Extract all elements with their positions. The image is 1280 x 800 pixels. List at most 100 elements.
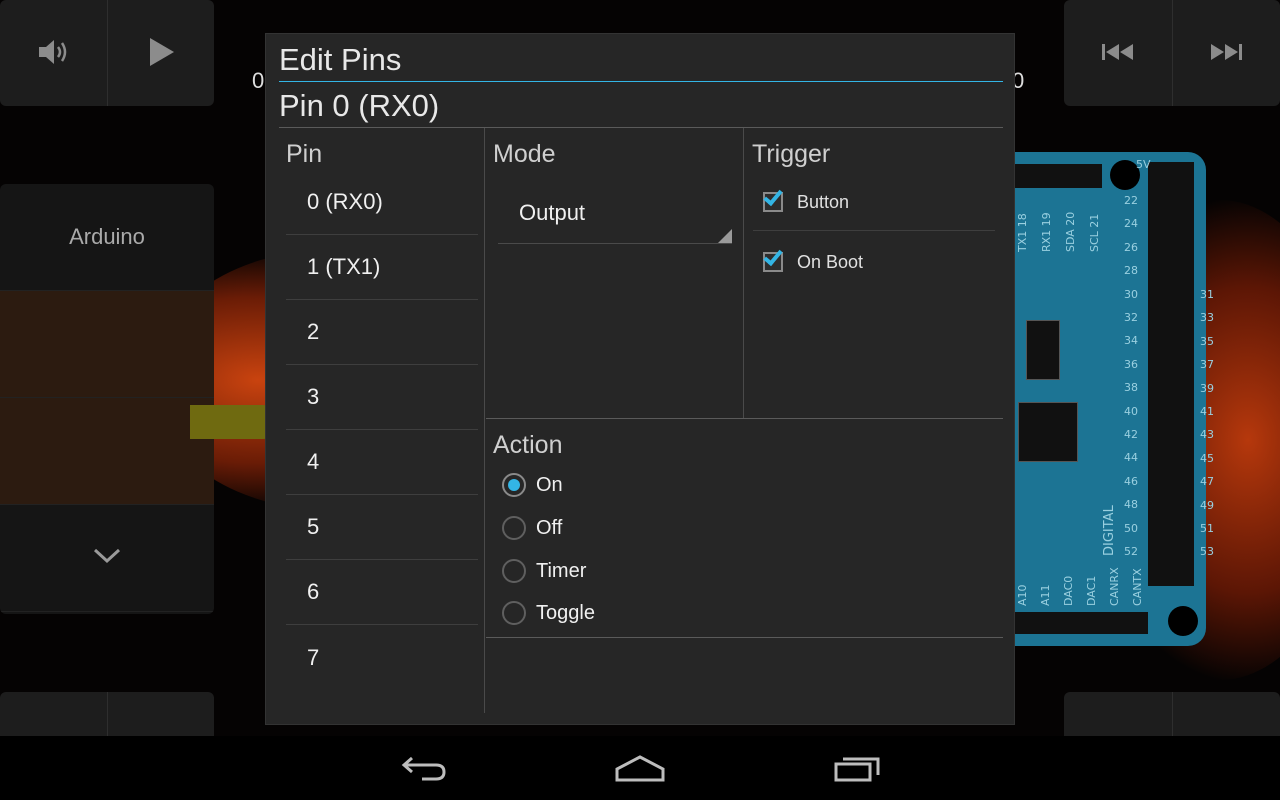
- pin-list-item[interactable]: 5: [286, 495, 478, 560]
- pin-number-label: 42: [1124, 428, 1138, 441]
- pin-number-label: 28: [1124, 264, 1138, 278]
- mode-dropdown[interactable]: Output: [498, 186, 732, 244]
- pin-header: [1148, 162, 1194, 586]
- sidebar-expand[interactable]: [0, 505, 214, 612]
- checkbox-checked-icon[interactable]: [763, 245, 783, 272]
- action-radio-off[interactable]: Off: [486, 508, 562, 548]
- pin-number-label: 40: [1124, 404, 1138, 418]
- trigger-section-heading: Trigger: [752, 140, 831, 168]
- pin-number-label: 53: [1200, 545, 1214, 559]
- sidebar-item-arduino[interactable]: Arduino: [0, 184, 214, 291]
- pin-label: DAC1: [1085, 575, 1098, 606]
- arduino-board-image: 5V 22 24 26 28 30 32 34 36 38 40 42 44 46 48 50 52 31 33…: [1014, 152, 1214, 646]
- pin-label: DAC0: [1062, 575, 1075, 606]
- system-navigation-bar: [0, 736, 1280, 800]
- dialog-title: Edit Pins: [279, 42, 402, 77]
- radio-selected-icon[interactable]: [502, 473, 526, 497]
- pin-label: A11: [1039, 584, 1052, 606]
- pin-number-label: 44: [1124, 451, 1138, 465]
- home-icon[interactable]: [610, 750, 670, 786]
- pin-number-label: 24: [1124, 217, 1138, 231]
- pin-list-item[interactable]: 4: [286, 430, 478, 495]
- chevron-down-icon: [92, 545, 122, 571]
- pin-label: SDA 20: [1064, 211, 1077, 252]
- pin-number-label: 52: [1124, 545, 1138, 558]
- dropdown-corner-icon: [718, 229, 732, 243]
- chip: [1018, 402, 1078, 462]
- pin-list-item[interactable]: 1 (TX1): [286, 235, 478, 300]
- skip-previous-icon[interactable]: [1100, 34, 1136, 70]
- power-label: 5V: [1136, 158, 1151, 171]
- sidebar-item: [0, 398, 214, 505]
- radio-label: Timer: [536, 559, 587, 582]
- media-panel-left: [0, 0, 214, 106]
- pin-number-label: 43: [1200, 428, 1214, 442]
- pin-number-label: 51: [1200, 522, 1214, 535]
- sidebar: Arduino: [0, 184, 214, 614]
- action-radio-on[interactable]: On: [486, 465, 563, 505]
- radio-label: On: [536, 473, 563, 496]
- radio-unselected-icon[interactable]: [502, 601, 526, 625]
- pin-number-label: 33: [1200, 311, 1214, 325]
- pin-number-label: 31: [1200, 288, 1214, 301]
- pin-label: SCL 21: [1088, 213, 1101, 252]
- media-panel-right: [1064, 0, 1280, 106]
- pin-label: A10: [1016, 584, 1029, 606]
- pin-section-heading: Pin: [286, 140, 323, 168]
- pin-list-item[interactable]: 0 (RX0): [286, 170, 478, 235]
- selected-pin-title: Pin 0 (RX0): [279, 88, 440, 123]
- pin-list-item[interactable]: 7: [286, 625, 478, 690]
- pin-list: 0 (RX0) 1 (TX1) 2 3 4 5 6 7: [286, 170, 478, 690]
- pin-number-label: 50: [1124, 521, 1138, 535]
- checkbox-label: Button: [797, 191, 850, 212]
- radio-label: Toggle: [536, 601, 595, 624]
- sidebar-title: Arduino: [69, 224, 145, 249]
- mode-dropdown-value: Output: [519, 200, 586, 225]
- radio-unselected-icon[interactable]: [502, 516, 526, 540]
- back-icon[interactable]: [394, 750, 454, 786]
- pin-number-label: 35: [1200, 334, 1214, 348]
- volume-icon[interactable]: [36, 34, 72, 70]
- pin-number-label: 38: [1124, 381, 1138, 395]
- trigger-section: Trigger Button On Boot: [745, 128, 1003, 419]
- pin-number-label: 46: [1124, 474, 1138, 488]
- edit-pins-dialog: Edit Pins Pin 0 (RX0) Pin 0 (RX0) 1 (TX1…: [265, 33, 1015, 725]
- action-radio-toggle[interactable]: Toggle: [486, 593, 595, 633]
- pin-number-label: 36: [1124, 357, 1138, 371]
- pin-section: Pin 0 (RX0) 1 (TX1) 2 3 4 5 6 7: [279, 128, 485, 713]
- radio-unselected-icon[interactable]: [502, 559, 526, 583]
- pin-list-item[interactable]: 6: [286, 560, 478, 625]
- pin-number-label: 41: [1200, 405, 1214, 418]
- pin-number-label: 39: [1200, 381, 1214, 395]
- pin-label: TX1 18: [1016, 213, 1029, 252]
- action-section-heading: Action: [493, 431, 563, 459]
- mount-hole: [1168, 606, 1198, 636]
- pin-number-label: 30: [1124, 287, 1138, 301]
- pin-list-item[interactable]: 3: [286, 365, 478, 430]
- skip-next-icon[interactable]: [1208, 34, 1244, 70]
- pin-number-label: 47: [1200, 475, 1214, 489]
- sidebar-item: [0, 291, 214, 398]
- pin-list-item[interactable]: 2: [286, 300, 478, 365]
- checkbox-label: On Boot: [797, 251, 864, 272]
- digital-label: DIGITAL: [1102, 505, 1117, 556]
- play-icon[interactable]: [143, 34, 179, 70]
- checkbox-checked-icon[interactable]: [763, 185, 783, 212]
- pin-number-label: 26: [1124, 240, 1138, 254]
- pin-number-label: 32: [1124, 311, 1138, 324]
- pin-label: RX1 19: [1040, 212, 1053, 252]
- recent-apps-icon[interactable]: [828, 750, 888, 786]
- pin-number-label: 34: [1124, 334, 1138, 348]
- trigger-checkbox-button[interactable]: Button: [745, 172, 995, 232]
- mode-section-heading: Mode: [493, 140, 556, 168]
- pin-label: CANRX: [1108, 567, 1121, 606]
- pin-label: CANTX: [1131, 568, 1144, 606]
- pin-header: [1014, 164, 1102, 188]
- pin-header: [1014, 612, 1148, 634]
- title-divider: [279, 81, 1003, 82]
- action-radio-timer[interactable]: Timer: [486, 551, 586, 591]
- bottom-panel-left: [0, 692, 214, 736]
- trigger-checkbox-on-boot[interactable]: On Boot: [745, 232, 995, 292]
- bottom-panel-right: [1064, 692, 1280, 736]
- pin-number-label: 45: [1200, 451, 1214, 465]
